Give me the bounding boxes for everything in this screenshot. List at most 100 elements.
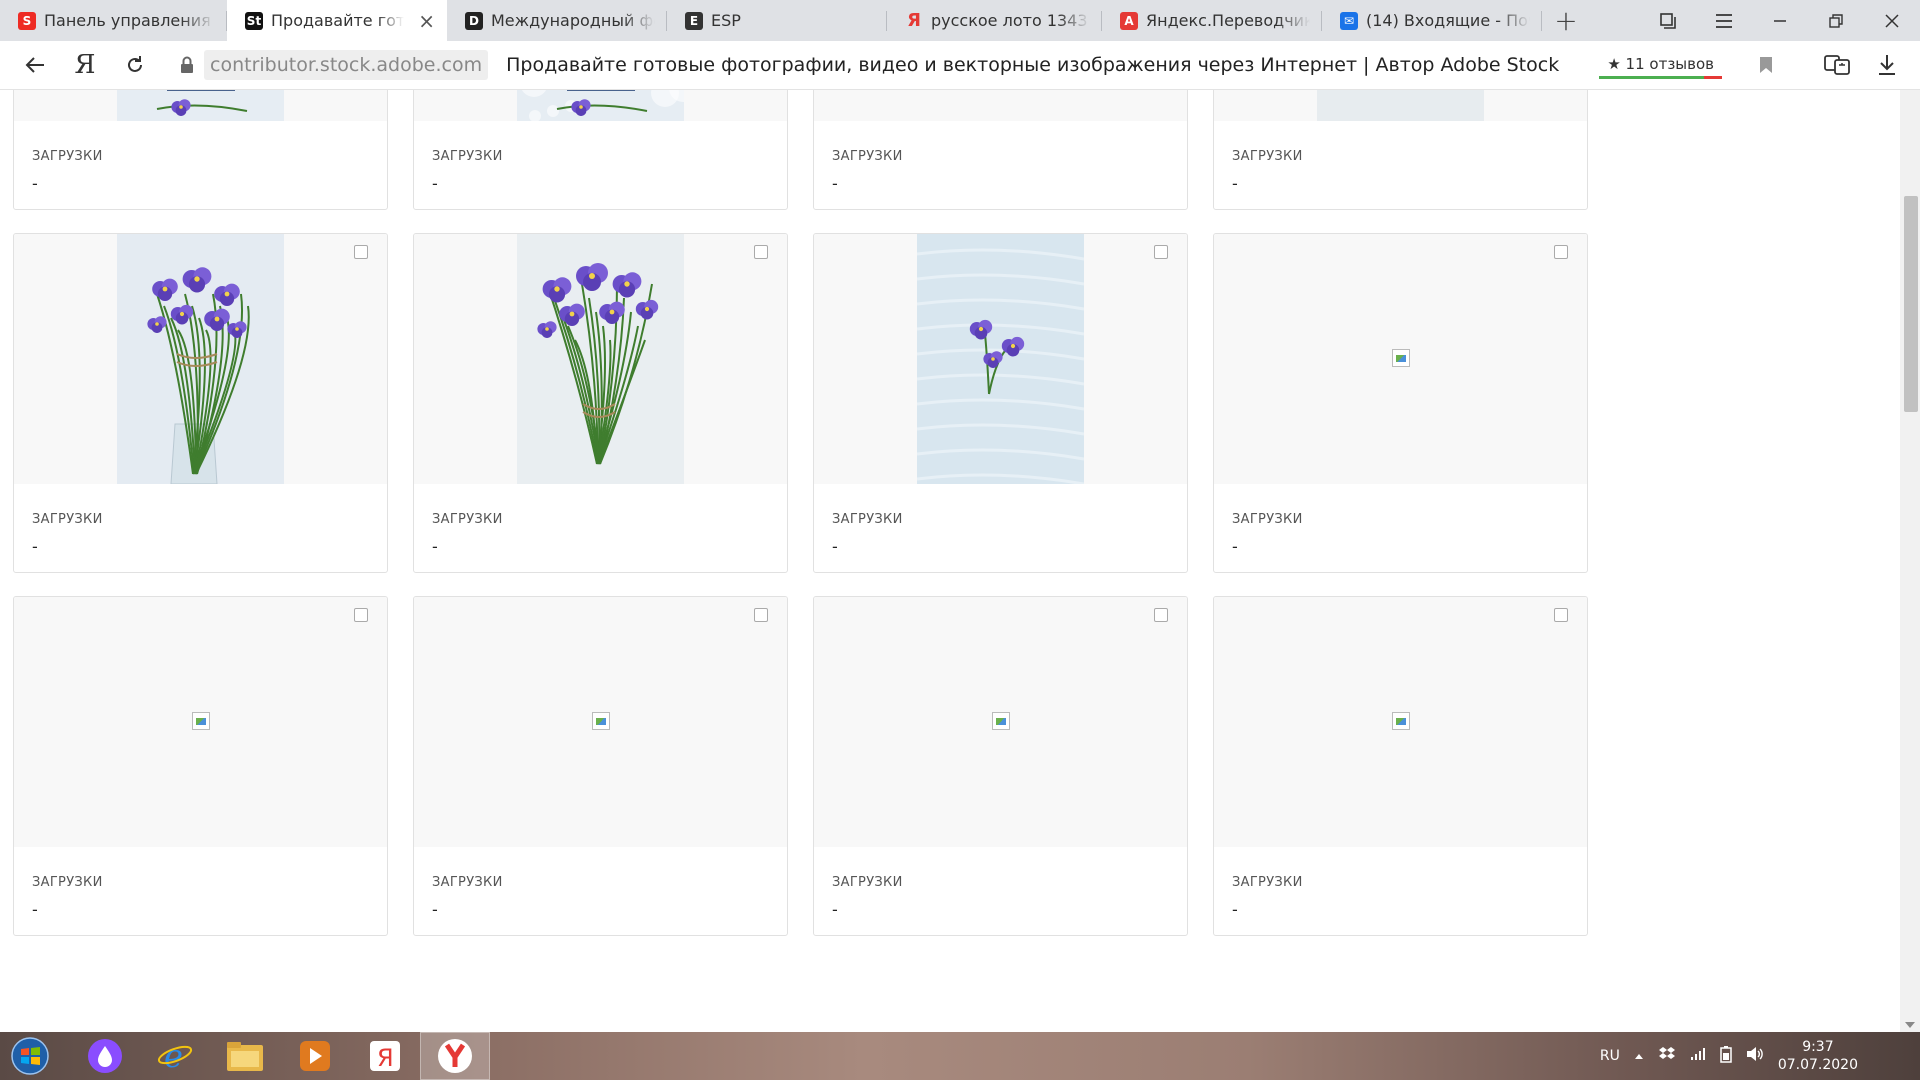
internet-explorer-icon[interactable]: e bbox=[140, 1032, 210, 1080]
bookmark-icon[interactable] bbox=[1746, 56, 1786, 74]
lock-icon[interactable] bbox=[170, 56, 204, 74]
select-checkbox[interactable] bbox=[1554, 245, 1568, 259]
downloads-label: ЗАГРУЗКИ bbox=[1232, 149, 1303, 164]
downloads-label: ЗАГРУЗКИ bbox=[432, 875, 503, 890]
asset-card[interactable]: ЗАГРУЗКИ - bbox=[1213, 90, 1588, 210]
tab-label: Яндекс.Переводчик – словарь bbox=[1146, 11, 1310, 30]
asset-thumbnail[interactable] bbox=[1214, 597, 1587, 847]
asset-thumbnail[interactable] bbox=[14, 234, 387, 484]
select-checkbox[interactable] bbox=[1154, 245, 1168, 259]
volume-icon[interactable] bbox=[1746, 1046, 1764, 1066]
asset-thumbnail[interactable] bbox=[14, 597, 387, 847]
tab-strip: S Панель управления автора St Продавайте го… bbox=[0, 0, 1542, 41]
broken-image-icon bbox=[192, 712, 210, 730]
tab-1[interactable]: St Продавайте готовые фото × bbox=[227, 0, 447, 41]
tab-5[interactable]: A Яндекс.Переводчик – словарь bbox=[1102, 0, 1322, 41]
translate-page-icon[interactable] bbox=[1812, 53, 1862, 77]
tray-expand-icon[interactable] bbox=[1634, 1048, 1644, 1064]
select-checkbox[interactable] bbox=[1154, 608, 1168, 622]
tab-label: (14) Входящие - Почта bbox=[1366, 11, 1530, 30]
reload-icon bbox=[128, 56, 142, 72]
windows-taskbar: e Я RU 9:37 07.07.2020 bbox=[0, 1032, 1920, 1080]
asset-card[interactable]: ЗАГРУЗКИ - bbox=[1213, 233, 1588, 573]
scrollbar-thumb[interactable] bbox=[1904, 196, 1918, 412]
yandex-browser-active-icon[interactable] bbox=[420, 1032, 490, 1080]
back-arrow-icon bbox=[25, 57, 44, 73]
asset-thumbnail[interactable] bbox=[414, 234, 787, 484]
url-domain[interactable]: contributor.stock.adobe.com bbox=[204, 50, 489, 80]
yandex-icon: Я bbox=[907, 10, 921, 31]
restore-icon[interactable] bbox=[1808, 0, 1864, 41]
downloads-label: ЗАГРУЗКИ bbox=[32, 875, 103, 890]
downloads-value: - bbox=[32, 900, 38, 919]
downloads-label: ЗАГРУЗКИ bbox=[432, 512, 503, 527]
asset-card[interactable]: ЗАГРУЗКИ - bbox=[13, 90, 388, 210]
alice-icon[interactable] bbox=[70, 1032, 140, 1080]
back-button[interactable] bbox=[10, 41, 60, 90]
flower-photo bbox=[917, 234, 1084, 484]
adobe-stock-icon: St bbox=[245, 11, 263, 30]
browser-menu-icon[interactable] bbox=[1696, 0, 1752, 41]
tabs-menu-icon[interactable] bbox=[1640, 0, 1696, 41]
asset-card[interactable]: ЗАГРУЗКИ - bbox=[1213, 596, 1588, 936]
asset-card[interactable]: ЗАГРУЗКИ - bbox=[813, 90, 1188, 210]
asset-thumbnail[interactable] bbox=[414, 90, 787, 121]
vertical-scrollbar[interactable] bbox=[1900, 90, 1920, 1032]
tab-label: Панель управления автора bbox=[44, 11, 215, 30]
new-tab-button[interactable]: + bbox=[1542, 0, 1590, 41]
asset-card[interactable]: ЗАГРУЗКИ - bbox=[413, 596, 788, 936]
reviews-badge[interactable]: ★ 11 отзывов bbox=[1599, 51, 1722, 79]
reload-button[interactable] bbox=[110, 41, 160, 90]
asset-card[interactable]: ЗАГРУЗКИ - bbox=[813, 596, 1188, 936]
start-button[interactable] bbox=[0, 1032, 60, 1080]
network-icon[interactable] bbox=[1690, 1047, 1706, 1065]
asset-thumbnail[interactable] bbox=[814, 90, 1187, 121]
clock[interactable]: 9:37 07.07.2020 bbox=[1778, 1038, 1858, 1074]
yandex-browser-icon[interactable]: Я bbox=[350, 1032, 420, 1080]
page-title[interactable]: Продавайте готовые фотографии, видео и в… bbox=[506, 54, 1599, 76]
dropbox-icon[interactable] bbox=[1658, 1046, 1676, 1066]
select-checkbox[interactable] bbox=[354, 245, 368, 259]
battery-icon[interactable] bbox=[1720, 1045, 1732, 1067]
asset-thumbnail[interactable] bbox=[814, 234, 1187, 484]
asset-thumbnail[interactable] bbox=[1214, 234, 1587, 484]
tab-4[interactable]: Ярусское лото 1343 тираж bbox=[887, 0, 1102, 41]
asset-thumbnail[interactable] bbox=[814, 597, 1187, 847]
tab-2[interactable]: D Международный фотобанк bbox=[447, 0, 667, 41]
close-window-icon[interactable] bbox=[1864, 0, 1920, 41]
asset-thumbnail[interactable] bbox=[414, 597, 787, 847]
scroll-down-icon[interactable] bbox=[1905, 1022, 1915, 1028]
select-checkbox[interactable] bbox=[754, 245, 768, 259]
asset-card[interactable]: ЗАГРУЗКИ - bbox=[413, 90, 788, 210]
downloads-value: - bbox=[32, 174, 38, 193]
language-indicator[interactable]: RU bbox=[1600, 1048, 1620, 1064]
svg-text:Я: Я bbox=[377, 1044, 394, 1072]
select-checkbox[interactable] bbox=[354, 608, 368, 622]
downloads-value: - bbox=[432, 900, 438, 919]
file-explorer-icon[interactable] bbox=[210, 1032, 280, 1080]
asset-thumbnail[interactable] bbox=[1214, 90, 1587, 121]
tab-0[interactable]: S Панель управления автора bbox=[0, 0, 227, 41]
media-player-icon[interactable] bbox=[280, 1032, 350, 1080]
yandex-home-button[interactable]: Я bbox=[60, 41, 110, 90]
asset-card[interactable]: ЗАГРУЗКИ - bbox=[13, 233, 388, 573]
select-checkbox[interactable] bbox=[754, 608, 768, 622]
asset-card[interactable]: ЗАГРУЗКИ - bbox=[413, 233, 788, 573]
tab-6[interactable]: ✉ (14) Входящие - Почта bbox=[1322, 0, 1542, 41]
downloads-label: ЗАГРУЗКИ bbox=[832, 875, 903, 890]
broken-image-icon bbox=[992, 712, 1010, 730]
asset-thumbnail[interactable] bbox=[14, 90, 387, 121]
downloads-icon[interactable] bbox=[1862, 54, 1912, 76]
asset-card[interactable]: ЗАГРУЗКИ - bbox=[13, 596, 388, 936]
downloads-label: ЗАГРУЗКИ bbox=[432, 149, 503, 164]
downloads-value: - bbox=[1232, 174, 1238, 193]
flower-photo bbox=[117, 234, 284, 484]
select-checkbox[interactable] bbox=[1554, 608, 1568, 622]
downloads-label: ЗАГРУЗКИ bbox=[1232, 875, 1303, 890]
yandex-logo: Я bbox=[74, 50, 96, 80]
minimize-icon[interactable] bbox=[1752, 0, 1808, 41]
asset-card[interactable]: ЗАГРУЗКИ - bbox=[813, 233, 1188, 573]
tab-label: ESP bbox=[711, 11, 741, 30]
tab-close-icon[interactable]: × bbox=[418, 9, 435, 33]
tab-3[interactable]: E ESP bbox=[667, 0, 887, 41]
